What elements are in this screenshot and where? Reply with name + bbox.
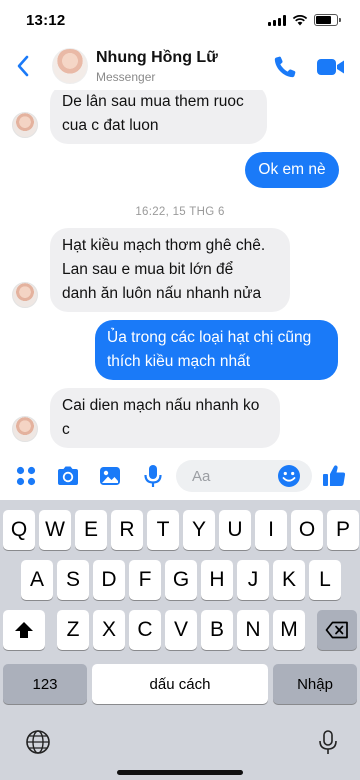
backspace-icon bbox=[325, 621, 348, 639]
shift-arrow-icon bbox=[15, 622, 33, 638]
return-key[interactable]: Nhập bbox=[273, 664, 357, 704]
sender-avatar[interactable] bbox=[12, 416, 38, 442]
apps-grid-icon[interactable] bbox=[12, 462, 40, 490]
message-line: De lân sau mua them ruoc bbox=[62, 93, 244, 110]
photo-icon[interactable] bbox=[96, 462, 124, 490]
key-i[interactable]: I bbox=[255, 510, 287, 550]
key-t[interactable]: T bbox=[147, 510, 179, 550]
message-line: Cai dien mạch nấu nhanh ko bbox=[62, 397, 260, 414]
contact-avatar[interactable] bbox=[52, 48, 88, 84]
message-line: Ủa trong các loại hạt chị cũng bbox=[107, 329, 312, 346]
status-bar: 13:12 bbox=[0, 0, 360, 40]
key-f[interactable]: F bbox=[129, 560, 161, 600]
key-y[interactable]: Y bbox=[183, 510, 215, 550]
globe-icon[interactable] bbox=[24, 728, 52, 756]
key-u[interactable]: U bbox=[219, 510, 251, 550]
message-line: Ok em nè bbox=[258, 161, 326, 178]
keyboard: Q W E R T Y U I O P A S D F G H J K L Z … bbox=[0, 500, 360, 780]
camera-icon[interactable] bbox=[54, 462, 82, 490]
shift-key[interactable] bbox=[3, 610, 45, 650]
emoji-icon[interactable] bbox=[277, 464, 301, 488]
sender-avatar[interactable] bbox=[12, 112, 38, 138]
message-line: danh ăn luôn nấu nhanh nửa bbox=[62, 285, 262, 302]
wifi-icon bbox=[292, 15, 308, 26]
dictation-mic-icon[interactable] bbox=[316, 728, 340, 756]
message-line: c bbox=[62, 421, 70, 438]
microphone-icon[interactable] bbox=[139, 462, 167, 490]
key-e[interactable]: E bbox=[75, 510, 107, 550]
thumbs-up-icon[interactable] bbox=[320, 462, 348, 490]
key-w[interactable]: W bbox=[39, 510, 71, 550]
key-o[interactable]: O bbox=[291, 510, 323, 550]
message-list[interactable]: De lân sau mua them ruoc cua c đat luon … bbox=[0, 90, 360, 448]
key-x[interactable]: X bbox=[93, 610, 125, 650]
message-line: thích kiều mạch nhất bbox=[107, 353, 251, 370]
signal-icon bbox=[268, 14, 286, 26]
status-icons bbox=[268, 14, 341, 26]
outgoing-message-bubble[interactable]: Ủa trong các loại hạt chị cũng thích kiề… bbox=[95, 320, 338, 380]
home-indicator[interactable] bbox=[117, 770, 243, 775]
key-k[interactable]: K bbox=[273, 560, 305, 600]
key-v[interactable]: V bbox=[165, 610, 197, 650]
key-q[interactable]: Q bbox=[3, 510, 35, 550]
key-a[interactable]: A bbox=[21, 560, 53, 600]
back-chevron-icon[interactable] bbox=[12, 52, 36, 80]
key-j[interactable]: J bbox=[237, 560, 269, 600]
status-time: 13:12 bbox=[26, 12, 66, 29]
key-s[interactable]: S bbox=[57, 560, 89, 600]
space-key[interactable]: dấu cách bbox=[92, 664, 268, 704]
phone-icon[interactable] bbox=[272, 54, 298, 80]
key-m[interactable]: M bbox=[273, 610, 305, 650]
key-d[interactable]: D bbox=[93, 560, 125, 600]
key-h[interactable]: H bbox=[201, 560, 233, 600]
contact-subtitle: Messenger bbox=[96, 70, 156, 84]
battery-icon bbox=[314, 14, 341, 26]
key-g[interactable]: G bbox=[165, 560, 197, 600]
key-b[interactable]: B bbox=[201, 610, 233, 650]
outgoing-message-bubble[interactable]: Ok em nè bbox=[245, 152, 339, 188]
backspace-key[interactable] bbox=[317, 610, 357, 650]
message-timestamp: 16:22, 15 THG 6 bbox=[135, 206, 225, 218]
contact-name[interactable]: Nhung Hồng Lữ bbox=[96, 49, 218, 67]
message-line: cua c đat luon bbox=[62, 117, 159, 134]
key-p[interactable]: P bbox=[327, 510, 359, 550]
video-camera-icon[interactable] bbox=[316, 56, 346, 78]
key-z[interactable]: Z bbox=[57, 610, 89, 650]
key-c[interactable]: C bbox=[129, 610, 161, 650]
incoming-message-bubble[interactable]: Cai dien mạch nấu nhanh ko c bbox=[50, 388, 280, 448]
incoming-message-bubble[interactable]: De lân sau mua them ruoc cua c đat luon bbox=[50, 90, 267, 144]
incoming-message-bubble[interactable]: Hạt kiều mạch thơm ghê chê. Lan sau e mu… bbox=[50, 228, 290, 312]
sender-avatar[interactable] bbox=[12, 282, 38, 308]
message-line: Lan sau e mua bit lớn để bbox=[62, 261, 234, 278]
message-line: Hạt kiều mạch thơm ghê chê. bbox=[62, 237, 266, 254]
chat-header: Nhung Hồng Lữ Messenger bbox=[0, 40, 360, 90]
key-l[interactable]: L bbox=[309, 560, 341, 600]
composer-toolbar bbox=[0, 452, 360, 500]
key-r[interactable]: R bbox=[111, 510, 143, 550]
numbers-key[interactable]: 123 bbox=[3, 664, 87, 704]
key-n[interactable]: N bbox=[237, 610, 269, 650]
